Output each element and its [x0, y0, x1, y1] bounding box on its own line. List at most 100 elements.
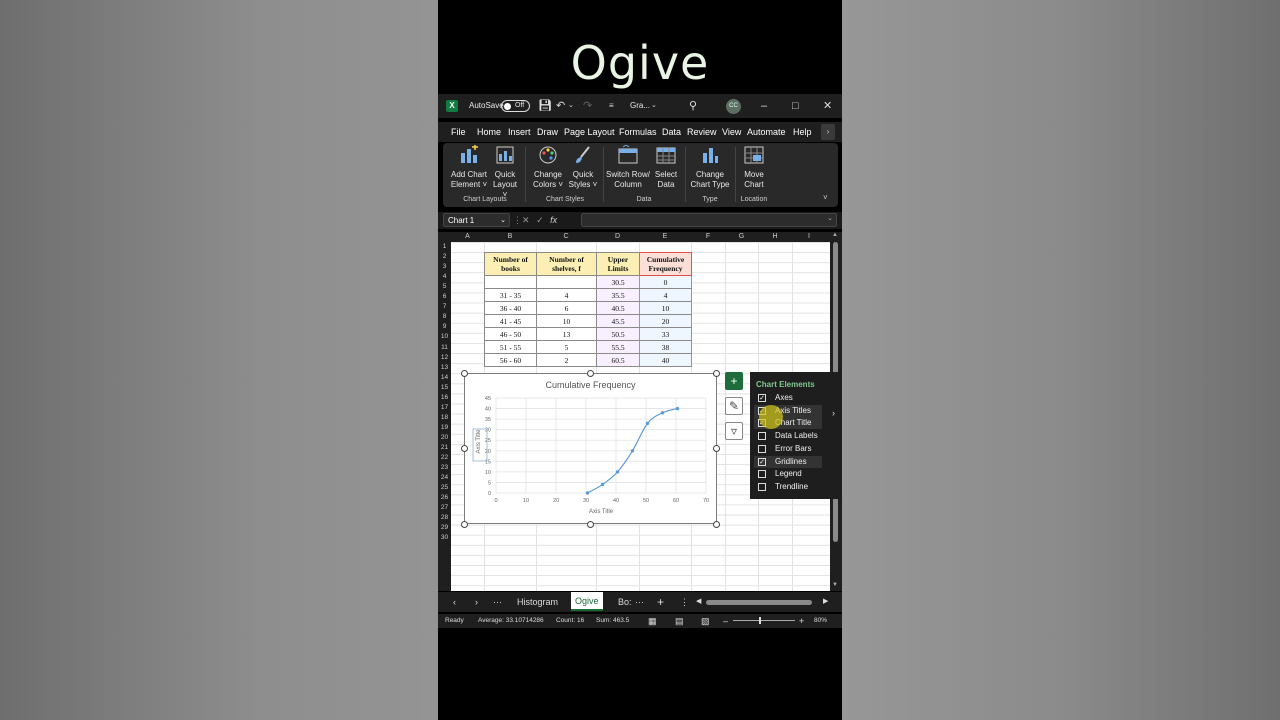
resize-handle[interactable]	[713, 445, 720, 452]
save-icon[interactable]: 💾︎	[538, 94, 552, 118]
row-header[interactable]: 28	[438, 514, 451, 521]
column-header-e[interactable]: E	[639, 232, 691, 242]
checkbox-icon[interactable]: ✓	[758, 394, 766, 402]
switch-row-column-button[interactable]: Switch Row/ Column	[605, 144, 651, 190]
row-header[interactable]: 1	[438, 243, 451, 250]
file-name-chevron-icon[interactable]: ⌄	[651, 94, 657, 118]
scroll-down-icon[interactable]: ▼	[832, 582, 838, 588]
table-cell[interactable]: 38	[639, 340, 692, 354]
chart-element-option[interactable]: Data Labels	[754, 430, 822, 442]
row-header[interactable]: 14	[438, 374, 451, 381]
checkbox-icon[interactable]	[758, 444, 766, 453]
table-cell[interactable]: 51 - 55	[484, 340, 537, 354]
table-cell[interactable]: 55.5	[596, 340, 640, 354]
customize-toolbar-icon[interactable]: ≡	[609, 94, 614, 118]
chart-area[interactable]: Cumulative Frequency 0 5 10 15 20 25 30 35 40 45 0…	[464, 373, 717, 524]
avatar[interactable]: CC	[726, 99, 741, 114]
row-header[interactable]: 30	[438, 534, 451, 541]
row-header[interactable]: 23	[438, 464, 451, 471]
name-box-chevron-icon[interactable]: ⌄	[500, 214, 506, 228]
menu-formulas[interactable]: Formulas	[619, 122, 657, 142]
row-header[interactable]: 20	[438, 434, 451, 441]
row-header[interactable]: 15	[438, 384, 451, 391]
chart-elements-button[interactable]: +	[725, 372, 743, 390]
change-chart-type-button[interactable]: Change Chart Type	[689, 145, 731, 190]
column-header-i[interactable]: I	[792, 232, 826, 242]
header-upper-limits[interactable]: Upper Limits	[596, 252, 640, 276]
change-colors-button[interactable]: Change Colors ˅	[530, 145, 566, 190]
row-header[interactable]: 19	[438, 424, 451, 431]
table-cell[interactable]: 30.5	[596, 275, 640, 289]
zoom-slider[interactable]	[733, 617, 795, 624]
chart-element-option[interactable]: ✓ Gridlines	[754, 455, 822, 468]
tab-options-icon[interactable]: ⋮	[680, 592, 689, 612]
formula-input[interactable]: ⌄	[581, 213, 837, 227]
row-header[interactable]: 27	[438, 504, 451, 511]
chart-element-option[interactable]: Error Bars	[754, 443, 822, 455]
row-header[interactable]: 10	[438, 333, 451, 340]
table-cell[interactable]: 33	[639, 327, 692, 341]
page-break-view-icon[interactable]: ▧	[701, 614, 710, 628]
table-cell[interactable]: 41 - 45	[484, 314, 537, 328]
table-cell[interactable]: 0	[639, 275, 692, 289]
quick-layout-button[interactable]: Quick Layout ˅	[490, 145, 520, 200]
zoom-in-icon[interactable]: +	[799, 614, 804, 628]
resize-handle[interactable]	[461, 370, 468, 377]
table-cell[interactable]: 40.5	[596, 301, 640, 315]
tab-ogive[interactable]: Ogive	[571, 592, 603, 611]
menu-review[interactable]: Review	[687, 122, 717, 142]
cancel-formula-icon[interactable]: ✕	[522, 215, 530, 225]
header-cumulative-frequency[interactable]: Cumulative Frequency	[639, 252, 692, 276]
row-header[interactable]: 26	[438, 494, 451, 501]
resize-handle[interactable]	[587, 370, 594, 377]
maximize-icon[interactable]: □	[792, 94, 799, 118]
table-cell[interactable]: 5	[536, 340, 597, 354]
row-header[interactable]: 13	[438, 364, 451, 371]
row-header[interactable]: 8	[438, 313, 451, 320]
status-average[interactable]: Average: 33.10714286	[478, 614, 544, 628]
table-cell[interactable]: 4	[536, 288, 597, 302]
quick-styles-button[interactable]: Quick Styles ˅	[566, 145, 600, 190]
more-tabs-right-icon[interactable]: ···	[635, 592, 644, 612]
table-cell[interactable]: 40	[639, 353, 692, 367]
menu-data[interactable]: Data	[662, 122, 681, 142]
table-cell[interactable]: 31 - 35	[484, 288, 537, 302]
menu-view[interactable]: View	[722, 122, 741, 142]
normal-view-icon[interactable]: ▦	[648, 614, 657, 628]
row-header[interactable]: 3	[438, 263, 451, 270]
status-sum[interactable]: Sum: 463.5	[596, 614, 629, 628]
table-cell[interactable]: 36 - 40	[484, 301, 537, 315]
table-cell[interactable]: 10	[639, 301, 692, 315]
table-cell[interactable]: 10	[536, 314, 597, 328]
search-icon[interactable]: ⚲	[689, 94, 697, 118]
status-count[interactable]: Count: 16	[556, 614, 584, 628]
file-name[interactable]: Gra...	[630, 94, 650, 118]
insert-function-icon[interactable]: fx	[550, 215, 557, 225]
row-header[interactable]: 17	[438, 404, 451, 411]
select-data-button[interactable]: Select Data	[651, 145, 681, 190]
more-tabs-icon[interactable]: ···	[493, 592, 502, 612]
hscroll-right-icon[interactable]: ▶	[823, 592, 828, 612]
row-header[interactable]: 11	[438, 344, 451, 351]
resize-handle[interactable]	[461, 521, 468, 528]
ribbon-expand-icon[interactable]: ˅	[823, 193, 828, 202]
row-header[interactable]: 21	[438, 444, 451, 451]
undo-dropdown-icon[interactable]: ⌄	[568, 94, 574, 118]
close-icon[interactable]: ✕	[823, 94, 832, 118]
minimize-icon[interactable]: –	[761, 94, 767, 118]
table-cell[interactable]: 13	[536, 327, 597, 341]
checkbox-icon[interactable]	[758, 432, 766, 441]
add-chart-element-button[interactable]: Add Chart Element ˅	[447, 144, 491, 190]
menu-draw[interactable]: Draw	[537, 122, 558, 142]
formula-expand-icon[interactable]: ⌄	[827, 214, 833, 222]
menu-automate[interactable]: Automate	[747, 122, 786, 142]
zoom-out-icon[interactable]: –	[723, 614, 728, 628]
row-header[interactable]: 16	[438, 394, 451, 401]
table-cell[interactable]: 50.5	[596, 327, 640, 341]
table-cell[interactable]: 35.5	[596, 288, 640, 302]
menu-page-layout[interactable]: Page Layout	[564, 122, 615, 142]
row-header[interactable]: 9	[438, 323, 451, 330]
horizontal-scrollbar[interactable]	[704, 600, 825, 605]
header-number-of-books[interactable]: Number of books	[484, 252, 537, 276]
column-header-b[interactable]: B	[484, 232, 536, 242]
